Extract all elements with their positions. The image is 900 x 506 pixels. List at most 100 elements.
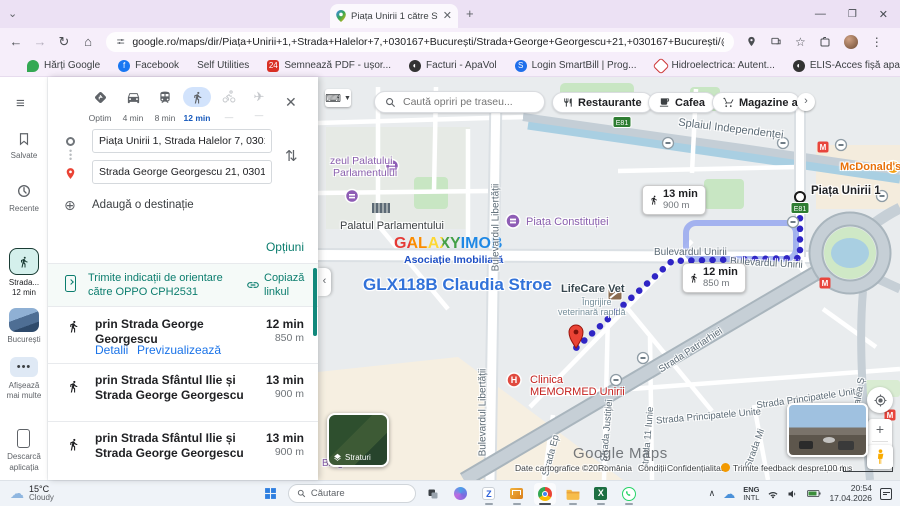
mode-best[interactable]: Optim (85, 87, 115, 123)
bookmark-hidroelectrica[interactable]: Hidroelectrica: Autent... (646, 60, 784, 72)
attr-terms[interactable]: Condiții (638, 463, 666, 473)
task-view-button[interactable] (422, 483, 444, 505)
app-z-button[interactable]: Z (478, 483, 500, 505)
minimize-button[interactable]: — (815, 8, 826, 20)
profile-avatar[interactable] (844, 35, 858, 49)
location-icon[interactable] (746, 36, 757, 47)
collapse-panel-tab[interactable]: ‹ (318, 268, 331, 296)
tray-expand-icon[interactable]: ∧ (709, 488, 716, 499)
label-museum-2: Parlamentului (333, 167, 397, 179)
tab-close-icon[interactable]: ✕ (443, 11, 452, 22)
browser-menu-icon[interactable]: ⋮ (871, 35, 883, 49)
my-location-button[interactable] (867, 387, 893, 413)
outlook-button[interactable] (506, 483, 528, 505)
back-button[interactable]: ← (4, 34, 28, 49)
bookmark-facebook[interactable]: fFacebook (109, 60, 188, 72)
battery-icon[interactable] (807, 489, 821, 498)
wifi-icon[interactable] (767, 489, 779, 499)
outlook-icon (510, 488, 523, 499)
menu-hamburger-icon[interactable]: ≡ (16, 95, 25, 112)
home-button[interactable]: ⌂ (76, 34, 100, 49)
bookmark-pdf[interactable]: 24Semnează PDF - ușor... (258, 60, 400, 72)
copilot-app-button[interactable] (450, 483, 472, 505)
route-option-2[interactable]: prin Strada Sfântul Ilie și Strada Georg… (48, 365, 318, 420)
address-bar[interactable]: google.ro/maps/dir/Piața+Unirii+1,+Strad… (106, 32, 734, 52)
send-to-device-icon[interactable] (770, 36, 782, 47)
chip-coffee[interactable]: Cafea (648, 92, 716, 113)
bookmark-elis[interactable]: ◐ELIS-Acces fișă aparta... (784, 60, 900, 72)
selected-route-badge[interactable]: 12 min850 m (682, 263, 746, 293)
whatsapp-button[interactable] (618, 483, 640, 505)
maximize-button[interactable]: ❐ (848, 9, 857, 20)
weather-widget[interactable]: ☁ 15°C Cloudy (10, 485, 54, 503)
bookmark-star-icon[interactable]: ☆ (795, 35, 806, 49)
show-more-icon[interactable]: ••• (10, 357, 38, 377)
attr-privacy[interactable]: Confidențialitate (667, 463, 728, 473)
recents-history-icon[interactable] (16, 183, 32, 199)
excel-button[interactable]: X (590, 483, 612, 505)
site-settings-icon[interactable] (116, 36, 125, 47)
keyboard-input-tool[interactable]: ⌨▼ (325, 89, 351, 107)
route-3-distance: 900 m (254, 446, 304, 458)
copy-link-line-1[interactable]: Copiază (264, 271, 304, 285)
task-view-icon (427, 488, 439, 500)
copy-link-line-2[interactable]: linkul (264, 285, 304, 299)
close-directions-icon[interactable]: ✕ (285, 94, 297, 111)
panel-scrollbar[interactable] (313, 268, 317, 336)
chrome-button-active[interactable] (534, 483, 556, 505)
rail-active-route-chip[interactable] (9, 248, 39, 275)
chip-groceries[interactable]: Magazine alimenta (712, 92, 800, 113)
map-canvas[interactable]: M M M H M E81 E81 Splaiul Independenței … (318, 77, 900, 480)
new-tab-button[interactable]: + (466, 6, 474, 21)
layers-button[interactable]: Straturi (327, 413, 389, 467)
tab-groups-icon[interactable] (819, 36, 831, 48)
bookmark-harti-google[interactable]: Hărți Google (18, 60, 109, 72)
mode-flight-disabled[interactable]: ✈ — (244, 87, 274, 120)
onedrive-icon[interactable]: ☁ (723, 487, 735, 501)
street-view-preview[interactable] (787, 403, 868, 457)
phone-app-icon[interactable] (17, 429, 30, 448)
route-preview-link[interactable]: Previzualizează (137, 343, 221, 357)
route-option-1[interactable]: prin Strada George Georgescu 12 min 850 … (48, 307, 318, 362)
mode-drive[interactable]: 4 min (118, 87, 148, 123)
mode-bike-disabled[interactable]: — (214, 87, 244, 122)
language-indicator[interactable]: ENG INTL (743, 486, 759, 501)
saved-bookmark-icon[interactable] (17, 131, 31, 147)
add-destination-icon[interactable]: ⊕ (64, 197, 76, 214)
start-marker (795, 192, 805, 202)
chips-scroll-right-icon[interactable]: › (797, 93, 815, 111)
mode-walk-selected[interactable]: 12 min (182, 87, 212, 123)
add-destination-label[interactable]: Adaugă o destinație (92, 199, 194, 211)
send-directions-row[interactable]: Trimite indicații de orientare către OPP… (48, 264, 318, 306)
route-2-distance: 900 m (254, 388, 304, 400)
city-thumbnail[interactable] (9, 308, 39, 332)
route-option-3[interactable]: prin Strada Sfântul Ilie și Strada Georg… (48, 423, 318, 478)
file-explorer-button[interactable] (562, 483, 584, 505)
search-along-route[interactable] (374, 91, 545, 113)
start-button[interactable] (260, 483, 282, 505)
bookmark-apavol[interactable]: ◐Facturi - ApaVol (400, 60, 506, 72)
volume-icon[interactable] (787, 489, 799, 499)
chip-restaurants[interactable]: Restaurante (552, 92, 653, 113)
route-details-link[interactable]: Detalii (95, 343, 128, 357)
options-link[interactable]: Opțiuni (266, 240, 304, 254)
swap-route-icon[interactable]: ⇅ (285, 147, 298, 165)
taskbar-search[interactable]: Căutare (288, 484, 416, 503)
alt-route-badge[interactable]: 13 min900 m (642, 185, 706, 215)
bookmark-smartbill[interactable]: SLogin SmartBill | Prog... (506, 60, 646, 72)
tab-search-icon[interactable]: ⌄ (8, 7, 17, 20)
pegman-button[interactable] (867, 445, 893, 469)
clock-widget[interactable]: 20:54 17.04.2026 (829, 484, 872, 503)
zoom-in-button[interactable]: + (876, 421, 884, 437)
svg-text:E81: E81 (794, 206, 807, 213)
reload-button[interactable]: ↻ (52, 34, 76, 50)
mode-transit[interactable]: 8 min (150, 87, 180, 123)
forward-button[interactable]: → (28, 34, 52, 49)
close-button[interactable]: ✕ (879, 8, 888, 21)
destination-input[interactable] (92, 160, 272, 184)
search-along-route-input[interactable] (403, 96, 533, 108)
browser-tab[interactable]: Piața Unirii 1 către Strada Geor ✕ (330, 4, 458, 28)
bookmark-self-utilities[interactable]: Self Utilities (188, 60, 258, 71)
origin-input[interactable] (92, 129, 272, 153)
notification-center-icon[interactable] (880, 488, 892, 500)
